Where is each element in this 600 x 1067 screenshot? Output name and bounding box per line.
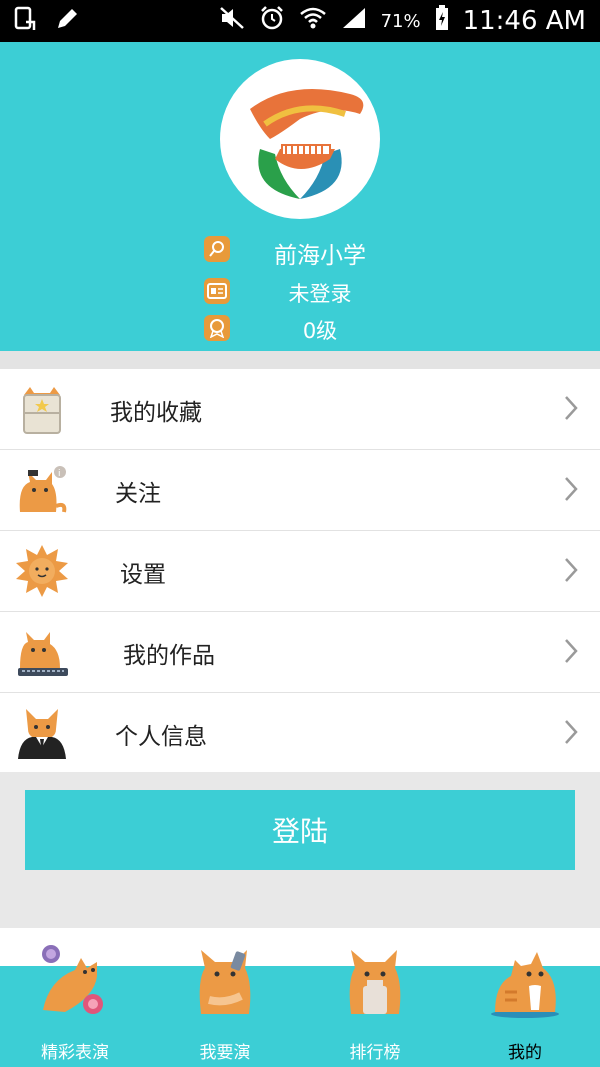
menu-label-personal-info: 个人信息 [115, 724, 207, 750]
id-card-icon [204, 278, 230, 304]
tab-label-highlights: 精彩表演 [41, 1043, 109, 1063]
menu-item-personal-info[interactable]: 个人信息 [0, 693, 600, 774]
menu-label-favorites: 我的收藏 [110, 400, 202, 426]
menu-item-follow[interactable]: i 关注 [0, 450, 600, 531]
menu-item-favorites[interactable]: 我的收藏 [0, 369, 600, 450]
menu-label-follow: 关注 [115, 481, 161, 507]
menu-item-my-works[interactable]: 我的作品 [0, 612, 600, 693]
cat-phone-icon [185, 940, 265, 1020]
alarm-icon [259, 5, 285, 37]
tab-mine[interactable]: 我的 [450, 928, 600, 1067]
tab-label-ranking: 排行榜 [349, 1043, 401, 1063]
battery-percent: 71% [380, 10, 421, 32]
chevron-right-icon [564, 719, 578, 745]
svg-text:i: i [58, 469, 61, 479]
cat-sitting-icon [485, 940, 565, 1020]
clock-time: 11:46 AM [462, 6, 586, 36]
tab-perform[interactable]: 我要演 [150, 928, 300, 1067]
cat-follow-icon: i [14, 462, 70, 518]
login-area: 登陆 [0, 772, 600, 928]
cat-keyboard-icon [14, 624, 70, 680]
profile-level-row: 0级 [0, 313, 600, 343]
school-search-icon [204, 236, 230, 262]
screenshot-icon [14, 6, 38, 36]
tab-label-mine: 我的 [508, 1043, 542, 1063]
settings-menu: 我的收藏 i 关注 设置 我的作品 个人信息 [0, 369, 600, 774]
menu-item-settings[interactable]: 设置 [0, 531, 600, 612]
user-level: 0级 [302, 319, 338, 343]
cat-cabinet-icon [14, 381, 70, 437]
section-divider [0, 351, 600, 369]
chevron-right-icon [564, 557, 578, 583]
tab-label-perform: 我要演 [199, 1043, 251, 1063]
chevron-right-icon [564, 638, 578, 664]
battery-charging-icon [435, 5, 449, 37]
sun-cat-icon [14, 543, 70, 599]
school-logo-avatar[interactable] [220, 59, 380, 219]
wifi-icon [299, 6, 327, 36]
mute-icon [219, 6, 245, 36]
school-name: 前海小学 [274, 243, 366, 269]
edit-icon [54, 6, 80, 36]
signal-icon [341, 6, 367, 36]
login-button[interactable]: 登陆 [25, 790, 575, 870]
cat-trophy-icon [335, 940, 415, 1020]
cat-suit-icon [14, 705, 70, 761]
login-status: 未登录 [288, 282, 352, 306]
chevron-right-icon [564, 395, 578, 421]
menu-label-settings: 设置 [120, 562, 166, 588]
tab-highlights[interactable]: 精彩表演 [0, 928, 150, 1067]
medal-icon [204, 315, 230, 341]
profile-login-row: 未登录 [0, 276, 600, 306]
tab-ranking[interactable]: 排行榜 [300, 928, 450, 1067]
profile-school-row: 前海小学 [0, 234, 600, 269]
bottom-tab-bar: 精彩表演 我要演 排行榜 我的 [0, 928, 600, 1067]
menu-label-my-works: 我的作品 [123, 643, 215, 669]
status-bar: 71% 11:46 AM [0, 0, 600, 42]
profile-header: 前海小学 未登录 0级 [0, 42, 600, 351]
cat-dance-icon [35, 940, 115, 1020]
chevron-right-icon [564, 476, 578, 502]
